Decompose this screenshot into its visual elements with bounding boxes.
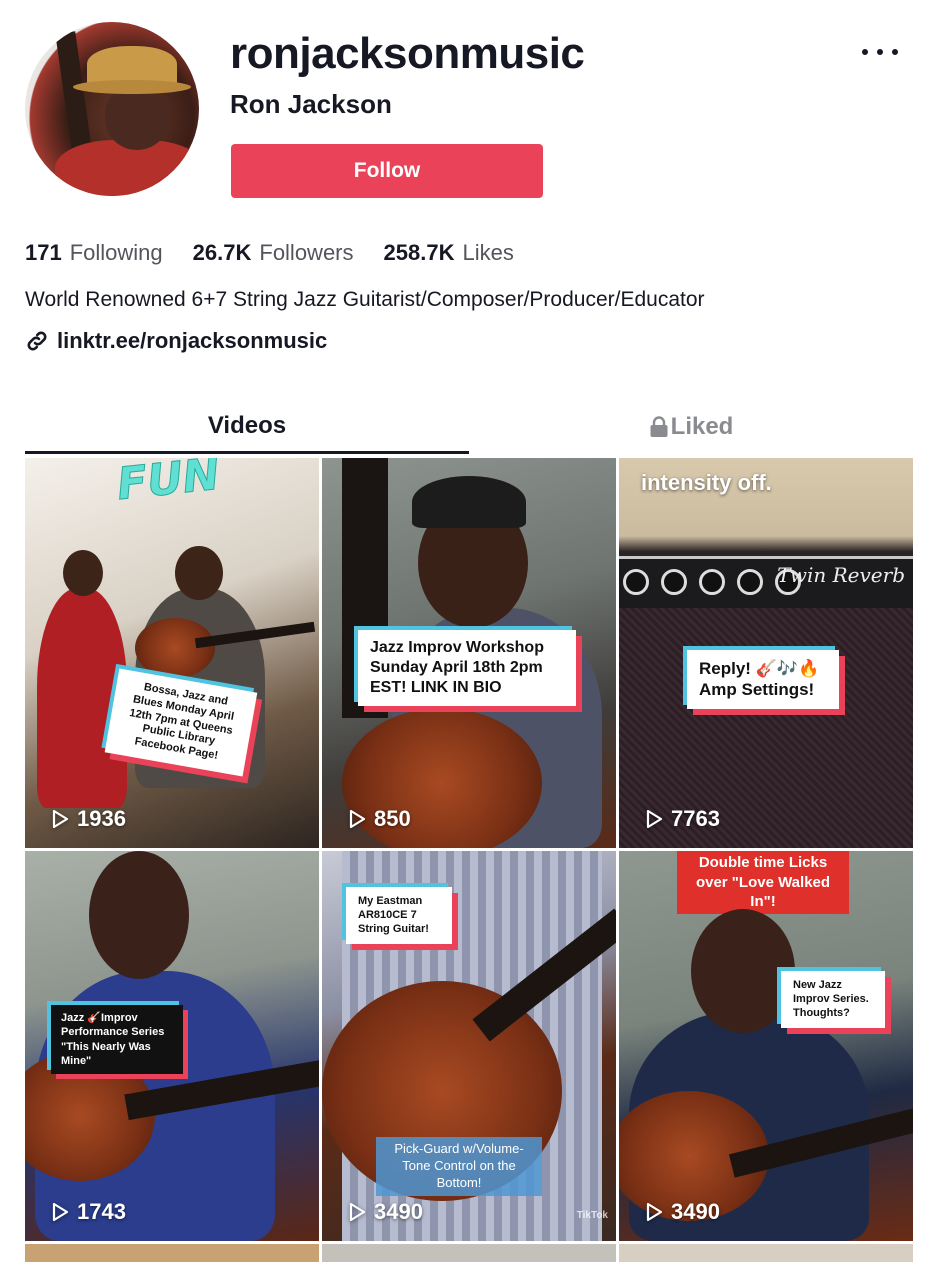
profile-tabs: Videos Liked <box>25 400 913 454</box>
amp-knob <box>623 569 649 595</box>
amp-knob <box>737 569 763 595</box>
link-icon <box>27 331 47 351</box>
tab-videos[interactable]: Videos <box>25 400 469 454</box>
video-thumbnail[interactable]: Jazz Improv Workshop Sunday April 18th 2… <box>322 458 616 848</box>
video-overlay-text: intensity off. <box>641 470 772 495</box>
view-count-text: 850 <box>374 806 411 831</box>
video-subcaption: Pick-Guard w/Volume-Tone Control on the … <box>376 1137 542 1196</box>
play-icon <box>646 809 663 829</box>
video-caption: Jazz Improv Workshop Sunday April 18th 2… <box>358 630 576 706</box>
video-overlay-text: FUN <box>114 458 222 511</box>
video-top-caption: Double time Licks over "Love Walked In"! <box>677 851 849 914</box>
view-count-text: 3490 <box>671 1199 720 1224</box>
avatar-face <box>105 88 169 150</box>
tab-liked[interactable]: Liked <box>469 400 913 454</box>
profile-bio: World Renowned 6+7 String Jazz Guitarist… <box>25 288 705 311</box>
play-icon <box>349 1202 366 1222</box>
video-view-count: 7763 <box>643 806 720 832</box>
followers-count: 26.7K <box>192 240 252 265</box>
following-count: 171 <box>25 240 62 265</box>
person-head <box>691 909 795 1033</box>
video-caption-text: New Jazz Improv Series. Thoughts? <box>793 979 869 1019</box>
following-label: Following <box>69 240 163 265</box>
more-options-icon[interactable] <box>862 40 898 64</box>
video-caption: Reply! 🎸🎶🔥 Amp Settings! <box>687 650 839 709</box>
video-view-count: 1936 <box>49 806 126 832</box>
video-view-count: 1743 <box>49 1199 126 1225</box>
video-caption: Jazz 🎸Improv Performance Series "This Ne… <box>51 1005 183 1075</box>
video-caption-text: Jazz Improv Workshop Sunday April 18th 2… <box>370 639 544 696</box>
profile-link-text: linktr.ee/ronjacksonmusic <box>57 328 328 353</box>
likes-count: 258.7K <box>383 240 455 265</box>
followers-stat[interactable]: 26.7K Followers <box>193 238 354 268</box>
video-thumbnail[interactable]: Jazz 🎸Improv Performance Series "This Ne… <box>25 851 319 1241</box>
view-count-text: 1936 <box>77 806 126 831</box>
likes-label: Likes <box>462 240 514 265</box>
lock-icon <box>650 416 668 437</box>
video-thumbnail[interactable] <box>619 1244 913 1262</box>
amp-knob <box>699 569 725 595</box>
profile-display-name: Ron Jackson <box>230 89 392 119</box>
play-icon <box>646 1202 663 1222</box>
avatar-hat-brim <box>73 80 191 94</box>
video-thumbnail[interactable] <box>25 1244 319 1262</box>
followers-label: Followers <box>259 240 354 265</box>
profile-avatar[interactable] <box>25 22 199 196</box>
amp-brand: Twin Reverb <box>777 563 905 587</box>
view-count-text: 7763 <box>671 806 720 831</box>
play-icon <box>52 809 69 829</box>
video-thumbnail[interactable] <box>322 1244 616 1262</box>
video-view-count: 3490 <box>643 1199 720 1225</box>
profile-username: ronjacksonmusic <box>230 29 585 78</box>
view-count-text: 1743 <box>77 1199 126 1224</box>
follow-button[interactable]: Follow <box>231 144 543 198</box>
video-thumbnail[interactable]: FUN Bossa, Jazz and Blues Monday April 1… <box>25 458 319 848</box>
following-stat[interactable]: 171 Following <box>25 238 163 268</box>
profile-stats: 171 Following 26.7K Followers 258.7K Likes <box>25 238 514 268</box>
person-head <box>89 851 189 979</box>
view-count-text: 3490 <box>374 1199 423 1224</box>
play-icon <box>52 1202 69 1222</box>
video-caption-text: Jazz 🎸Improv Performance Series "This Ne… <box>61 1012 165 1067</box>
video-thumbnail[interactable]: Double time Licks over "Love Walked In"!… <box>619 851 913 1241</box>
tab-liked-label: Liked <box>670 413 734 440</box>
tiktok-watermark: TikTok <box>576 1210 608 1221</box>
amp-control-panel: Twin Reverb <box>619 556 913 612</box>
video-thumbnail[interactable]: intensity off. Twin Reverb Reply! 🎸🎶🔥 Am… <box>619 458 913 848</box>
video-grid: FUN Bossa, Jazz and Blues Monday April 1… <box>25 458 913 1262</box>
play-icon <box>349 809 366 829</box>
guitar-body <box>135 618 215 678</box>
guitarist-head <box>175 546 223 600</box>
video-caption: My Eastman AR810CE 7 String Guitar! <box>346 887 452 945</box>
amp-knob <box>661 569 687 595</box>
video-thumbnail[interactable]: My Eastman AR810CE 7 String Guitar! Pick… <box>322 851 616 1241</box>
likes-stat: 258.7K Likes <box>384 238 514 268</box>
video-caption-text: Bossa, Jazz and Blues Monday April 12th … <box>128 681 235 762</box>
profile-link[interactable]: linktr.ee/ronjacksonmusic <box>25 326 327 356</box>
tab-videos-label: Videos <box>207 411 287 439</box>
video-view-count: 850 <box>346 806 411 832</box>
video-view-count: 3490 <box>346 1199 423 1225</box>
video-caption-text: My Eastman AR810CE 7 String Guitar! <box>358 895 429 935</box>
video-caption-text: Reply! 🎸🎶🔥 Amp Settings! <box>699 659 820 700</box>
video-caption: New Jazz Improv Series. Thoughts? <box>781 971 885 1029</box>
cap <box>412 476 526 528</box>
singer-head <box>63 550 103 596</box>
